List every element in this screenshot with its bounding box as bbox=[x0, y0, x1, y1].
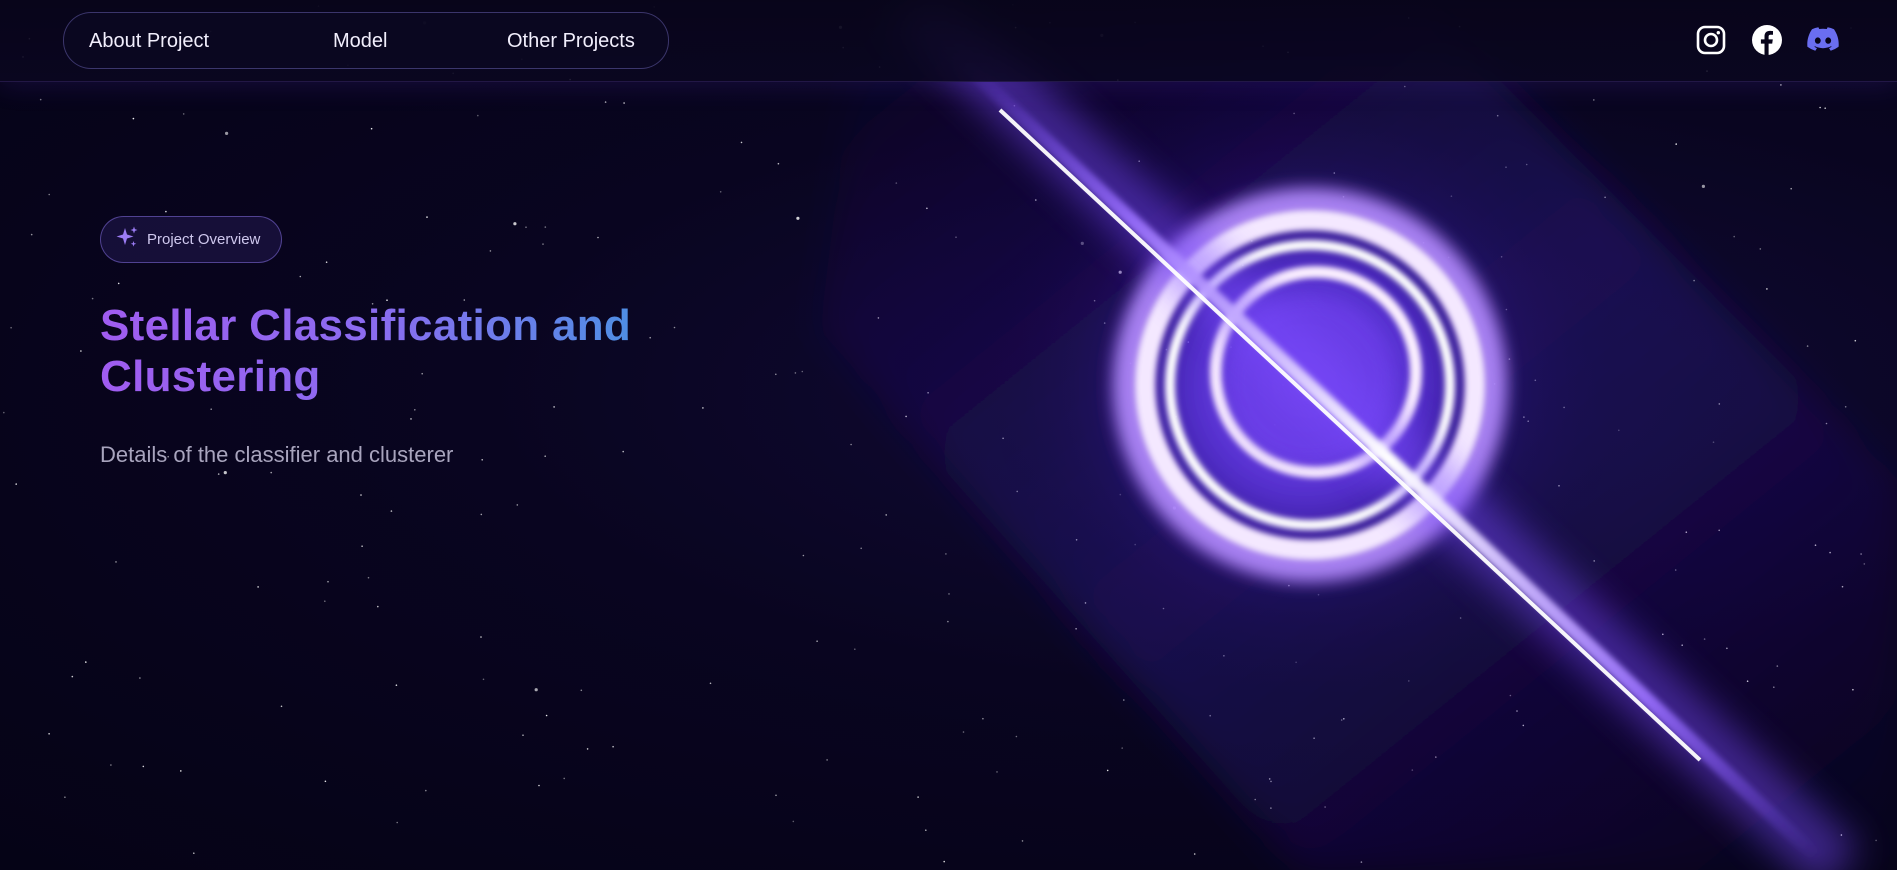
nav-other-projects[interactable]: Other Projects bbox=[507, 13, 635, 70]
nav-model[interactable]: Model bbox=[333, 13, 387, 70]
nav-about-project[interactable]: About Project bbox=[89, 13, 209, 70]
instagram-icon[interactable] bbox=[1695, 24, 1727, 56]
social-links bbox=[1695, 24, 1839, 56]
facebook-icon[interactable] bbox=[1751, 24, 1783, 56]
sparkles-icon bbox=[115, 225, 139, 254]
page-title-line-2: Clustering bbox=[100, 352, 321, 401]
project-overview-badge: Project Overview bbox=[100, 216, 282, 263]
page-title-line-1: Stellar Classification and bbox=[100, 301, 632, 350]
page-subtitle: Details of the classifier and clusterer bbox=[100, 442, 454, 467]
top-navigation-bar: About Project Model Other Projects bbox=[0, 0, 1897, 82]
landing-page: About Project Model Other Projects Proje… bbox=[0, 0, 1897, 870]
page-title: Stellar Classification and Clustering bbox=[100, 300, 720, 402]
badge-label: Project Overview bbox=[147, 231, 261, 248]
nav-menu: About Project Model Other Projects bbox=[63, 12, 669, 69]
black-hole-illustration bbox=[820, 0, 1897, 870]
discord-icon[interactable] bbox=[1807, 24, 1839, 56]
